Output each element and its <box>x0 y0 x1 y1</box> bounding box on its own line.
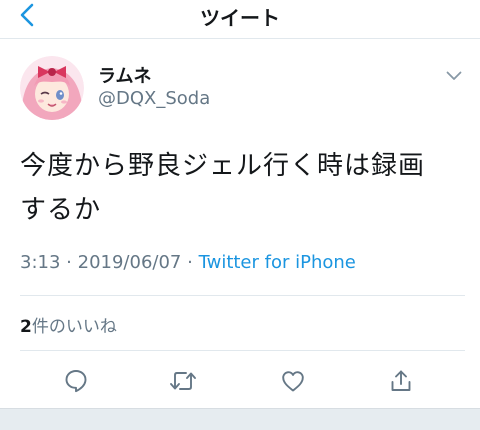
retweet-button[interactable] <box>166 364 200 398</box>
reply-icon <box>65 370 87 393</box>
heart-icon <box>282 371 304 392</box>
share-button[interactable] <box>384 364 418 398</box>
likes-label: 件のいいね <box>31 317 117 337</box>
divider <box>20 295 465 296</box>
tweet-timestamp: 3:13 · 2019/06/07 · Twitter for iPhone <box>20 252 356 273</box>
top-navigation-bar: ツイート <box>0 0 480 39</box>
meta-separator: · <box>66 252 72 273</box>
tweet-text: 今度から野良ジェル行く時は録画 するか <box>20 144 465 232</box>
divider <box>20 350 465 351</box>
likes-count: 2 <box>20 317 32 337</box>
author-handle[interactable]: @DQX_Soda <box>98 88 210 109</box>
tweet-menu-button[interactable] <box>443 68 465 84</box>
chevron-down-icon <box>446 71 462 80</box>
tweet-text-line: するか <box>20 195 102 225</box>
page-title: ツイート <box>200 6 280 30</box>
meta-separator: · <box>187 252 193 273</box>
section-separator <box>0 408 480 430</box>
author-display-name[interactable]: ラムネ <box>98 62 151 88</box>
reply-button[interactable] <box>59 364 93 398</box>
likes-summary[interactable]: 2件のいいね <box>20 312 117 337</box>
tweet-time: 3:13 <box>20 252 61 273</box>
tweet-date: 2019/06/07 <box>77 252 182 273</box>
tweet-text-line: 今度から野良ジェル行く時は録画 <box>20 151 426 181</box>
like-button[interactable] <box>276 364 310 398</box>
tweet-source-link[interactable]: Twitter for iPhone <box>199 252 356 273</box>
tweet-actions-bar <box>0 364 480 398</box>
retweet-icon <box>170 372 196 390</box>
avatar[interactable] <box>20 56 84 120</box>
share-icon <box>391 370 411 391</box>
